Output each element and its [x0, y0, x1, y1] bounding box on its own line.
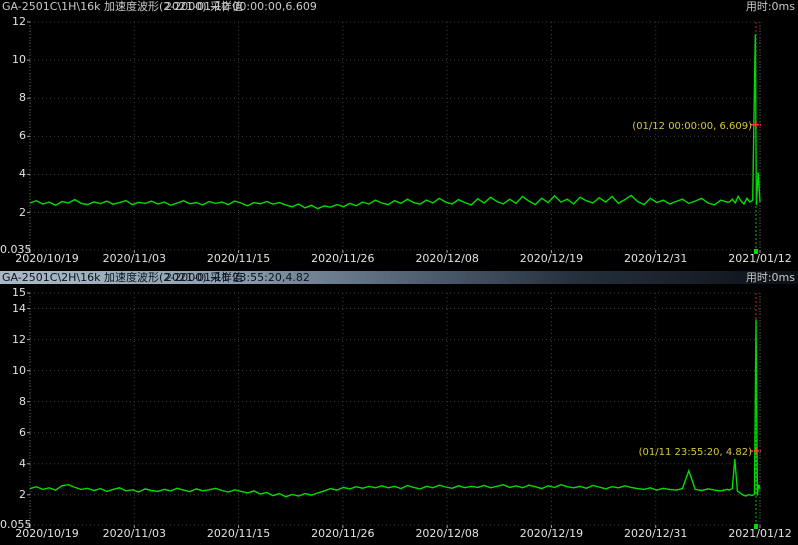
elapsed-time: 用时:0ms — [746, 0, 795, 14]
x-axis-tick-label: 2020/11/15 — [204, 528, 274, 540]
x-axis-tick-label: 2020/11/03 — [99, 253, 169, 265]
plot-area-1h[interactable] — [30, 22, 760, 250]
x-axis-tick-label: 2020/12/31 — [621, 253, 691, 265]
x-axis-tick-label: 2021/01/12 — [725, 528, 795, 540]
x-axis-tick-label: 2020/12/19 — [516, 253, 586, 265]
y-axis-tick-label: 4 — [0, 168, 26, 180]
waveform-monitor-window: GA-2501C\1H\16k 加速度波形(2-2000).采样值 2021-0… — [0, 0, 798, 545]
y-axis-tick-label: 14 — [0, 303, 26, 315]
x-axis-tick-label: 2020/11/15 — [204, 253, 274, 265]
y-axis-tick-label: 12 — [0, 334, 26, 346]
y-axis-tick-label: 8 — [0, 92, 26, 104]
y-axis-tick-label: 8 — [0, 396, 26, 408]
x-axis-tick-label: 2021/01/12 — [725, 253, 795, 265]
cursor-readout: 2021-01-11 23:55:20,4.82 — [165, 271, 310, 284]
y-axis-tick-label: 6 — [0, 130, 26, 142]
elapsed-time: 用时:0ms — [746, 271, 795, 284]
x-axis-tick-label: 2020/10/19 — [12, 528, 82, 540]
y-axis-tick-label: 2 — [0, 207, 26, 219]
x-axis-tick-label: 2020/12/19 — [516, 528, 586, 540]
cursor-readout: 2021-01-12 00:00:00,6.609 — [165, 0, 317, 14]
y-axis-tick-label: 4 — [0, 458, 26, 470]
x-axis-tick-label: 2020/11/03 — [99, 528, 169, 540]
y-axis-tick-label: 6 — [0, 427, 26, 439]
x-axis-tick-label: 2020/12/31 — [621, 528, 691, 540]
panel-header-1h[interactable]: GA-2501C\1H\16k 加速度波形(2-2000).采样值 2021-0… — [0, 0, 798, 14]
y-axis-tick-label: 10 — [0, 365, 26, 377]
x-axis-tick-label: 2020/11/26 — [308, 528, 378, 540]
x-axis-tick-label: 2020/10/19 — [12, 253, 82, 265]
x-axis-tick-label: 2020/12/08 — [412, 253, 482, 265]
plot-area-2h[interactable] — [30, 293, 760, 525]
y-axis-tick-label: 10 — [0, 54, 26, 66]
x-axis-tick-label: 2020/11/26 — [308, 253, 378, 265]
y-axis-tick-label: 2 — [0, 489, 26, 501]
y-axis-tick-label: 15 — [0, 287, 26, 299]
x-axis-tick-label: 2020/12/08 — [412, 528, 482, 540]
y-axis-tick-label: 12 — [0, 16, 26, 28]
panel-header-2h-selected[interactable]: GA-2501C\2H\16k 加速度波形(2-2000).采样值 2021-0… — [0, 271, 798, 284]
